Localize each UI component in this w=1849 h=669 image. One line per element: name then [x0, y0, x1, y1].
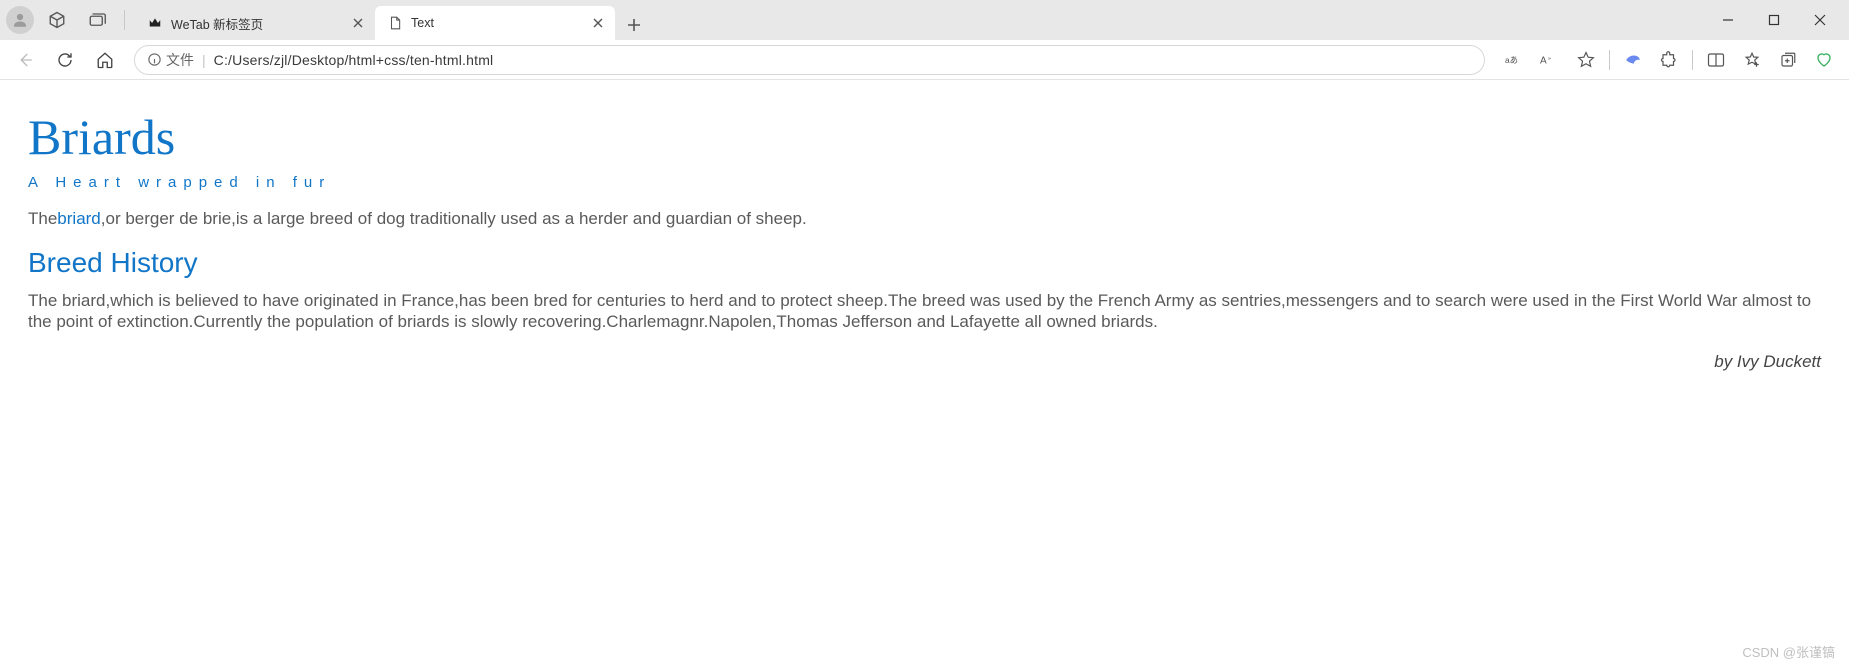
titlebar: WeTab 新标签页 Text: [0, 0, 1849, 40]
tab-text[interactable]: Text: [375, 6, 615, 40]
secure-label: 文件: [166, 50, 194, 70]
favorites-bar-button[interactable]: [1735, 44, 1769, 76]
tab-label: Text: [411, 16, 434, 30]
window-close-button[interactable]: [1797, 4, 1843, 36]
extensions-button[interactable]: [1652, 44, 1686, 76]
close-icon: [1814, 14, 1826, 26]
home-icon: [96, 51, 114, 69]
history-paragraph: The briard,which is believed to have ori…: [28, 291, 1821, 332]
tab-overview-icon: [88, 12, 106, 28]
close-icon: [593, 18, 603, 28]
tab-strip: WeTab 新标签页 Text: [135, 0, 649, 40]
text-size-icon: A»: [1540, 52, 1560, 68]
crown-icon: [147, 15, 163, 31]
star-icon: [1577, 51, 1595, 69]
new-tab-button[interactable]: [619, 10, 649, 40]
refresh-button[interactable]: [48, 44, 82, 76]
split-screen-button[interactable]: [1699, 44, 1733, 76]
maximize-button[interactable]: [1751, 4, 1797, 36]
close-icon: [353, 18, 363, 28]
toolbar: 文件 | C:/Users/zjl/Desktop/html+css/ten-h…: [0, 40, 1849, 80]
minimize-icon: [1722, 14, 1734, 26]
tab-label: WeTab 新标签页: [171, 14, 263, 33]
read-aloud-button[interactable]: A»: [1533, 44, 1567, 76]
intro-pre: The: [28, 209, 57, 228]
window-controls: [1705, 4, 1843, 36]
star-plus-icon: [1743, 51, 1761, 69]
briard-link[interactable]: briard: [57, 209, 100, 228]
bird-icon: [1624, 51, 1642, 69]
translate-button[interactable]: aあ: [1497, 44, 1531, 76]
refresh-icon: [56, 51, 74, 69]
minimize-button[interactable]: [1705, 4, 1751, 36]
divider: [124, 10, 125, 30]
site-info-button[interactable]: 文件: [147, 50, 194, 70]
toolbar-right: aあ A»: [1497, 44, 1841, 76]
tab-close-button[interactable]: [589, 14, 607, 32]
profile-avatar[interactable]: [6, 6, 34, 34]
tab-actions-button[interactable]: [80, 5, 114, 35]
person-icon: [11, 11, 29, 29]
favorite-button[interactable]: [1569, 44, 1603, 76]
divider: [1609, 50, 1610, 70]
page-content: Briards A Heart wrapped in fur Thebriard…: [0, 80, 1849, 394]
address-bar[interactable]: 文件 | C:/Users/zjl/Desktop/html+css/ten-h…: [134, 45, 1485, 75]
heart-pulse-icon: [1815, 51, 1833, 69]
tab-close-button[interactable]: [349, 14, 367, 32]
back-button[interactable]: [8, 44, 42, 76]
url-text: C:/Users/zjl/Desktop/html+css/ten-html.h…: [214, 52, 494, 68]
svg-text:aあ: aあ: [1505, 55, 1518, 65]
collections-icon: [1779, 51, 1797, 69]
divider: |: [202, 52, 206, 68]
svg-text:A: A: [1540, 55, 1547, 66]
workspaces-button[interactable]: [40, 5, 74, 35]
maximize-icon: [1768, 14, 1780, 26]
arrow-left-icon: [16, 51, 34, 69]
intro-paragraph: Thebriard,or berger de brie,is a large b…: [28, 209, 1821, 229]
info-icon: [147, 52, 162, 67]
split-icon: [1707, 52, 1725, 68]
document-icon: [387, 15, 403, 31]
cube-icon: [48, 11, 66, 29]
section-heading: Breed History: [28, 247, 1821, 279]
tab-wetab[interactable]: WeTab 新标签页: [135, 6, 375, 40]
bird-extension-button[interactable]: [1616, 44, 1650, 76]
collections-button[interactable]: [1771, 44, 1805, 76]
plus-icon: [627, 18, 641, 32]
home-button[interactable]: [88, 44, 122, 76]
author-credit: by Ivy Duckett: [28, 352, 1821, 372]
page-tagline: A Heart wrapped in fur: [28, 174, 1821, 191]
divider: [1692, 50, 1693, 70]
translate-icon: aあ: [1505, 52, 1523, 68]
browser-essentials-button[interactable]: [1807, 44, 1841, 76]
page-title: Briards: [28, 108, 1821, 166]
watermark: CSDN @张谨镐: [1742, 642, 1835, 661]
puzzle-icon: [1660, 51, 1678, 69]
svg-text:»: »: [1548, 56, 1551, 62]
intro-post: ,or berger de brie,is a large breed of d…: [101, 209, 807, 228]
